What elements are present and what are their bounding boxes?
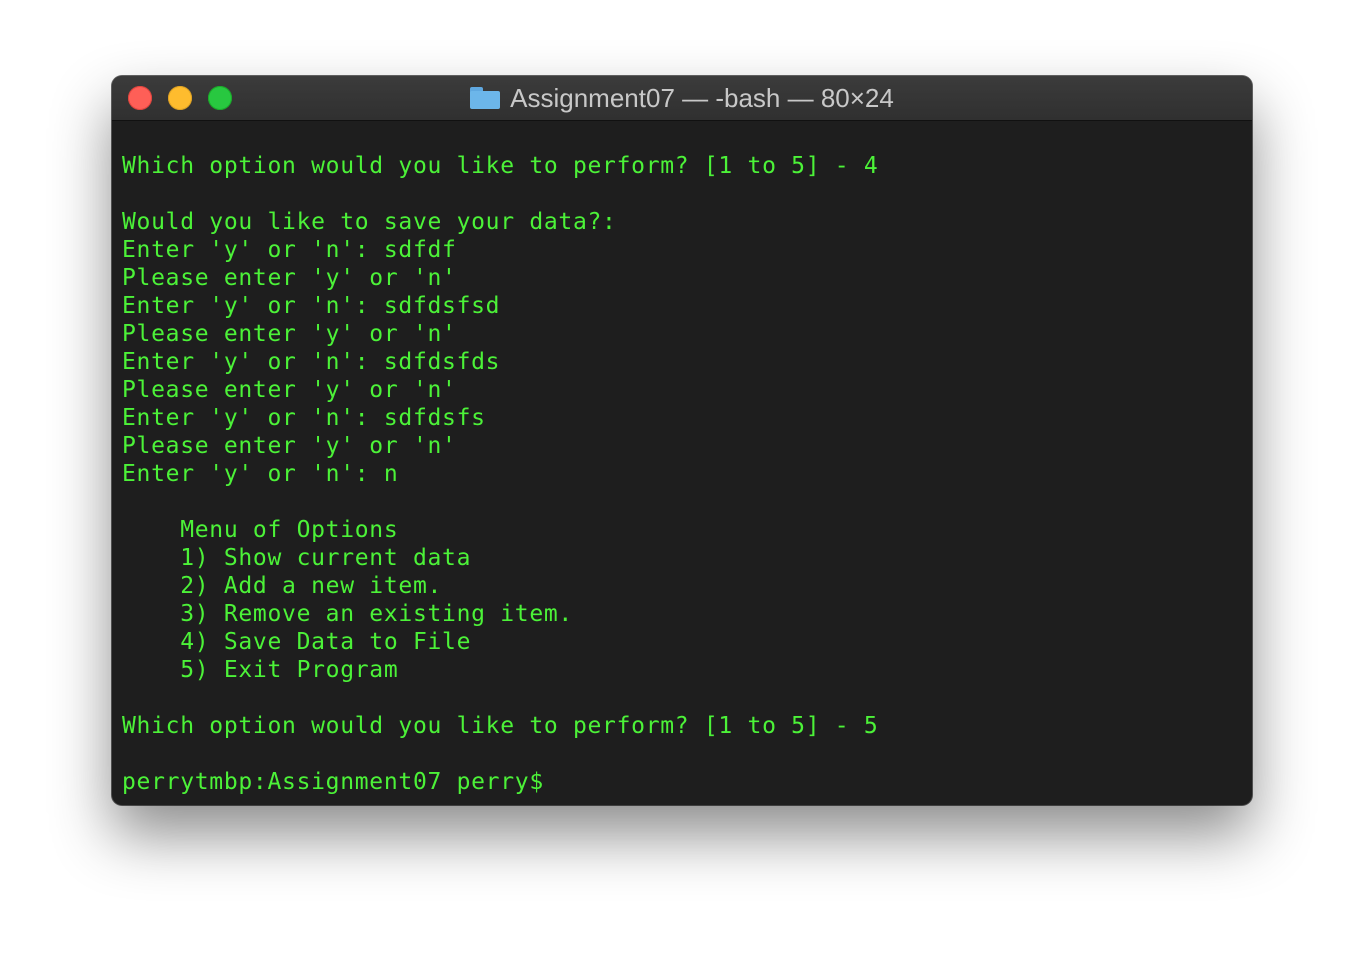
folder-icon xyxy=(470,87,501,109)
terminal-line: Which option would you like to perform? … xyxy=(122,153,879,179)
terminal-line: Please enter 'y' or 'n' xyxy=(122,265,457,291)
terminal-line: 5) Exit Program xyxy=(122,657,399,683)
terminal-line: Would you like to save your data?: xyxy=(122,209,617,235)
terminal-line: Please enter 'y' or 'n' xyxy=(122,321,457,347)
terminal-line: 2) Add a new item. xyxy=(122,573,443,599)
terminal-line: 1) Show current data xyxy=(122,545,472,571)
shell-prompt: perrytmbp:Assignment07 perry$ xyxy=(122,769,544,795)
terminal-line: Enter 'y' or 'n': sdfdsfs xyxy=(122,405,486,431)
window-title: Assignment07 — -bash — 80×24 xyxy=(510,82,894,113)
terminal-line: Enter 'y' or 'n': sdfdsfsd xyxy=(122,293,501,319)
terminal-line: Menu of Options xyxy=(122,517,399,543)
window-title-group: Assignment07 — -bash — 80×24 xyxy=(112,76,1252,120)
terminal-line: Enter 'y' or 'n': sdfdf xyxy=(122,237,457,263)
terminal-line: Please enter 'y' or 'n' xyxy=(122,433,457,459)
terminal-line: Enter 'y' or 'n': sdfdsfds xyxy=(122,349,501,375)
terminal-line: 3) Remove an existing item. xyxy=(122,601,573,627)
terminal-line: Which option would you like to perform? … xyxy=(122,713,879,739)
title-bar[interactable]: Assignment07 — -bash — 80×24 xyxy=(112,76,1252,121)
terminal-line: Please enter 'y' or 'n' xyxy=(122,377,457,403)
terminal-line: Enter 'y' or 'n': n xyxy=(122,461,399,487)
terminal-output[interactable]: Which option would you like to perform? … xyxy=(122,152,1242,797)
terminal-window: Assignment07 — -bash — 80×24 Which optio… xyxy=(112,76,1252,805)
terminal-line: 4) Save Data to File xyxy=(122,629,472,655)
